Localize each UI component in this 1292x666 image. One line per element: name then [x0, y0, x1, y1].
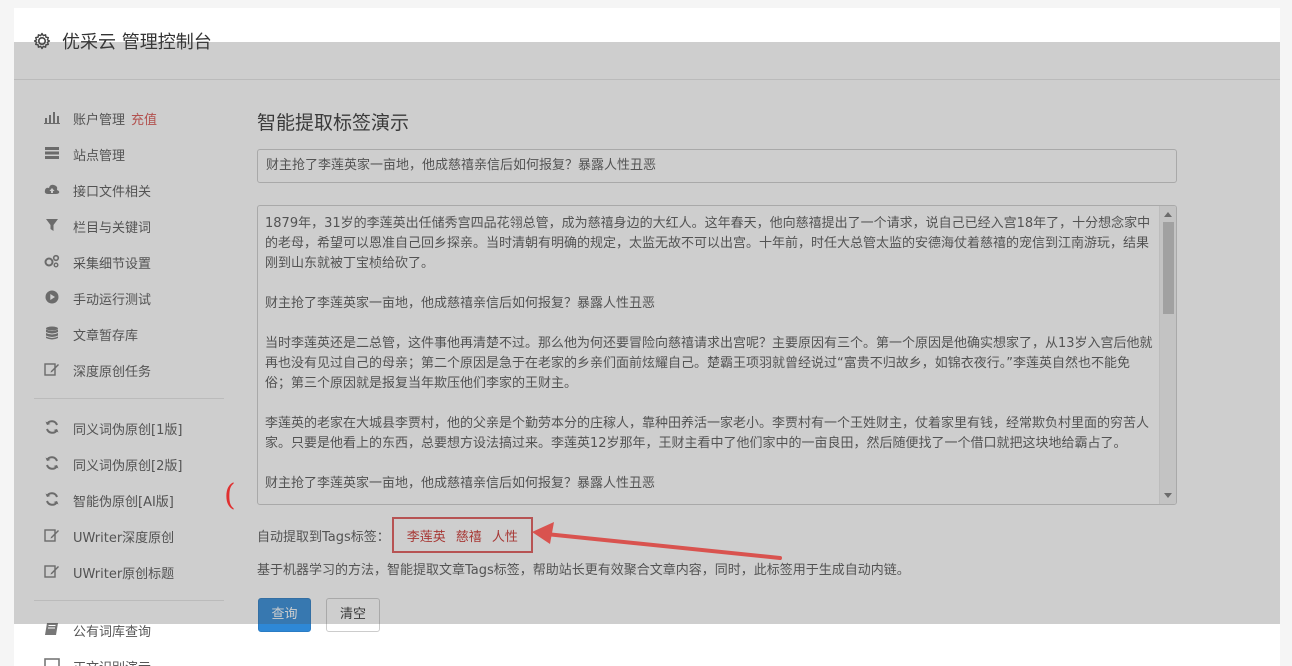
textarea-scrollbar[interactable] — [1159, 206, 1176, 504]
sidebar-divider — [34, 398, 224, 399]
sidebar-item-label: UWriter深度原创 — [73, 530, 175, 546]
sidebar-item-columns-keywords[interactable]: 栏目与关键词 — [34, 208, 224, 244]
sidebar-item-label: UWriter原创标题 — [73, 566, 175, 582]
gear-icon — [33, 32, 51, 50]
sidebar: 账户管理 充值 站点管理 接口文件相关 栏目与关键词 采集细节设置 手动运行测试… — [34, 100, 224, 666]
play-circle-icon — [44, 290, 60, 306]
sidebar-item-manual-run[interactable]: 手动运行测试 — [34, 280, 224, 316]
book-icon — [44, 622, 60, 638]
tag[interactable]: 人性 — [492, 526, 518, 545]
cloud-upload-icon — [44, 182, 60, 198]
sidebar-item-label: 同义词伪原创[2版] — [73, 458, 183, 474]
sidebar-item-public-dictionary[interactable]: 公有词库查询 — [34, 612, 224, 648]
sidebar-item-ai-rewrite[interactable]: 智能伪原创[AI版] — [34, 482, 224, 518]
scroll-thumb[interactable] — [1163, 222, 1174, 314]
sidebar-item-uwriter-deep[interactable]: UWriter深度原创 — [34, 518, 224, 554]
article-paragraph: 1879年，31岁的李莲英出任储秀宫四品花翎总管，成为慈禧身边的大红人。这年春天… — [265, 216, 1151, 271]
app-title: 优采云 管理控制台 — [62, 32, 212, 53]
edit-icon — [44, 528, 60, 544]
sidebar-item-uwriter-title[interactable]: UWriter原创标题 — [34, 554, 224, 590]
article-paragraph: 财主抢了李莲英家一亩地，他成慈禧亲信后如何报复？暴露人性丑恶 — [265, 476, 656, 491]
article-paragraph: 财主抢了李莲英家一亩地，他成慈禧亲信后如何报复？暴露人性丑恶 — [265, 296, 656, 311]
sidebar-item-deep-original-task[interactable]: 深度原创任务 — [34, 352, 224, 388]
annotation-paren: ( — [224, 478, 236, 513]
sidebar-item-article-storage[interactable]: 文章暂存库 — [34, 316, 224, 352]
sidebar-item-label: 栏目与关键词 — [73, 220, 152, 236]
refresh-icon — [44, 492, 60, 508]
sidebar-item-text-recognition[interactable]: 正文识别演示 — [34, 648, 224, 666]
top-bar: 优采云 管理控制台 — [14, 8, 1280, 80]
sidebar-item-sites[interactable]: 站点管理 — [34, 136, 224, 172]
article-text: 1879年，31岁的李莲英出任储秀宫四品花翎总管，成为慈禧身边的大红人。这年春天… — [265, 214, 1155, 504]
sidebar-item-label: 手动运行测试 — [73, 292, 152, 308]
scroll-up-icon[interactable] — [1164, 212, 1172, 217]
page-title: 智能提取标签演示 — [257, 112, 410, 134]
sidebar-item-collect-settings[interactable]: 采集细节设置 — [34, 244, 224, 280]
sidebar-divider — [34, 600, 224, 601]
sidebar-item-label: 采集细节设置 — [73, 256, 152, 272]
edit-icon — [44, 564, 60, 580]
refresh-icon — [44, 420, 60, 436]
article-textarea[interactable]: 1879年，31岁的李莲英出任储秀宫四品花翎总管，成为慈禧身边的大红人。这年春天… — [257, 205, 1177, 505]
sidebar-item-label: 站点管理 — [73, 148, 126, 164]
tags-label: 自动提取到Tags标签： — [257, 529, 390, 545]
bar-chart-icon — [44, 110, 60, 126]
sidebar-item-label: 深度原创任务 — [73, 364, 152, 380]
cogs-icon — [44, 254, 60, 270]
tags-highlight-box: 李莲英 慈禧 人性 — [391, 517, 533, 553]
sidebar-item-label: 正文识别演示 — [73, 657, 151, 666]
tag[interactable]: 李莲英 — [407, 526, 446, 545]
article-title-input[interactable]: 财主抢了李莲英家一亩地，他成慈禧亲信后如何报复？暴露人性丑恶 — [257, 149, 1177, 183]
refresh-icon — [44, 456, 60, 472]
filter-icon — [44, 218, 60, 234]
sidebar-item-synonym-v1[interactable]: 同义词伪原创[1版] — [34, 410, 224, 446]
main-content: 智能提取标签演示 财主抢了李莲英家一亩地，他成慈禧亲信后如何报复？暴露人性丑恶 … — [257, 108, 1177, 632]
brand[interactable]: 优采云 管理控制台 — [32, 28, 212, 54]
sidebar-item-label: 智能伪原创[AI版] — [73, 494, 174, 510]
database-icon — [44, 326, 60, 342]
sidebar-item-synonym-v2[interactable]: 同义词伪原创[2版] — [34, 446, 224, 482]
sidebar-item-label: 公有词库查询 — [73, 624, 152, 640]
sidebar-item-interface-files[interactable]: 接口文件相关 — [34, 172, 224, 208]
article-paragraph: 李莲英的老家在大城县李贾村，他的父亲是个勤劳本分的庄稼人，靠种田养活一家老小。李… — [265, 416, 1150, 451]
sidebar-item-label: 文章暂存库 — [73, 328, 139, 344]
recharge-link[interactable]: 充值 — [131, 109, 157, 128]
sidebar-item-label: 账户管理 — [73, 112, 126, 128]
sidebar-item-account[interactable]: 账户管理 充值 — [34, 100, 224, 136]
sidebar-item-label: 同义词伪原创[1版] — [73, 422, 183, 438]
tag[interactable]: 慈禧 — [456, 526, 482, 545]
annotation-arrow — [532, 522, 782, 560]
query-button[interactable]: 查询 — [258, 598, 311, 632]
sidebar-item-label: 接口文件相关 — [73, 184, 152, 200]
clear-button[interactable]: 清空 — [326, 598, 380, 632]
article-paragraph: 当时李莲英还是二总管，这件事他再清楚不过。那么他为何还要冒险向慈禧请求出宫呢？主… — [265, 336, 1153, 391]
scroll-down-icon[interactable] — [1164, 493, 1172, 498]
server-icon — [44, 146, 60, 162]
monitor-icon — [44, 658, 60, 666]
edit-icon — [44, 362, 60, 378]
